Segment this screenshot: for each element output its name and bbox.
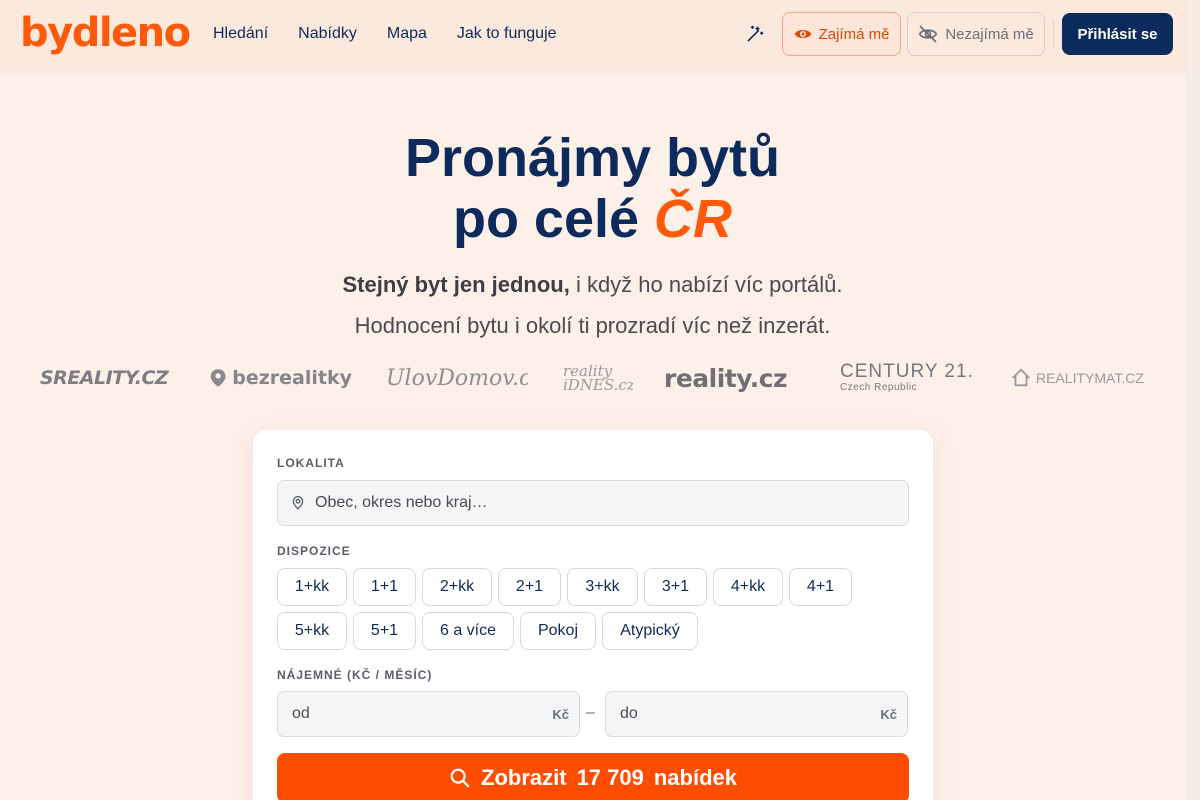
eye-off-icon xyxy=(919,25,938,43)
rent-from-input[interactable] xyxy=(292,705,532,723)
hero-title-accent: ČR xyxy=(654,189,733,249)
location-pin-icon xyxy=(292,496,304,510)
nav-mapa[interactable]: Mapa xyxy=(387,25,427,43)
header-divider xyxy=(1053,20,1054,48)
show-offers-suffix: nabídek xyxy=(653,765,737,790)
disposition-chip-3kk[interactable]: 3+kk xyxy=(567,568,638,606)
map-pin-icon xyxy=(210,369,226,387)
search-card: LOKALITA DISPOZICE 1+kk 1+1 2+kk 2+1 3+k… xyxy=(253,430,933,800)
bydleno-logo[interactable]: bydleno xyxy=(20,8,191,58)
nav-hledani[interactable]: Hledání xyxy=(213,25,268,43)
disposition-chip-1kk[interactable]: 1+kk xyxy=(277,568,347,606)
rent-label: NÁJEMNÉ (KČ / MĚSÍC) xyxy=(277,668,433,682)
disposition-label: DISPOZICE xyxy=(277,544,351,558)
disposition-chip-5kk[interactable]: 5+kk xyxy=(277,612,347,650)
rent-from-currency: Kč xyxy=(552,706,569,722)
portal-logo-ulovdomov: UlovDomov.cz xyxy=(386,365,528,391)
disposition-chip-4-1[interactable]: 4+1 xyxy=(789,568,852,606)
location-input[interactable] xyxy=(315,494,895,512)
interested-label: Zajímá mě xyxy=(818,25,890,43)
disposition-chip-2-1[interactable]: 2+1 xyxy=(498,568,561,606)
hero-subtitle-bold: Stejný byt jen jednou, xyxy=(342,272,570,297)
hero-subtitle-rest: i když ho nabízí víc portálů. xyxy=(569,272,843,297)
portal-logo-reality-idnes: reality iDNES.cz xyxy=(563,362,633,394)
portal-logos-strip: SREALITY.CZ bezrealitky UlovDomov.cz rea… xyxy=(40,358,1150,398)
show-offers-button[interactable]: Zobrazit 17 709 nabídek xyxy=(277,753,909,800)
nav-jak-to-funguje[interactable]: Jak to funguje xyxy=(457,25,557,43)
show-offers-prefix: Zobrazit xyxy=(481,765,567,790)
hero-title-line2-prefix: po celé xyxy=(452,189,655,249)
eye-icon xyxy=(794,30,811,38)
portal-logo-reality-cz: reality.cz xyxy=(664,363,788,393)
offers-count: 17 709 xyxy=(576,765,644,790)
disposition-chip-4kk[interactable]: 4+kk xyxy=(713,568,783,606)
nav-nabidky[interactable]: Nabídky xyxy=(298,25,357,43)
portal-logo-sreality: SREALITY.CZ xyxy=(40,367,169,389)
rent-to-field[interactable]: Kč xyxy=(605,691,908,737)
rent-from-field[interactable]: Kč xyxy=(277,691,580,737)
rent-to-currency: Kč xyxy=(880,706,897,722)
page-scrollbar[interactable] xyxy=(1185,0,1200,800)
portal-logo-realitymat: REALITYMAT.CZ xyxy=(1010,358,1150,398)
search-icon xyxy=(450,768,470,788)
location-field[interactable] xyxy=(277,480,909,526)
hero-title-line1: Pronájmy bytů xyxy=(404,128,781,188)
login-button[interactable]: Přihlásit se xyxy=(1062,13,1173,55)
hero-subtitle: Stejný byt jen jednou, i když ho nabízí … xyxy=(0,272,1185,298)
not-interested-filter-button[interactable]: Nezajímá mě xyxy=(907,12,1045,56)
disposition-chip-1-1[interactable]: 1+1 xyxy=(353,568,416,606)
disposition-chip-6-plus[interactable]: 6 a více xyxy=(422,612,514,650)
disposition-chip-atypical[interactable]: Atypický xyxy=(602,612,698,650)
house-icon xyxy=(1012,368,1030,387)
top-header: bydleno Hledání Nabídky Mapa Jak to fung… xyxy=(0,0,1185,68)
portal-logo-bezrealitky: bezrealitky xyxy=(210,358,352,398)
portal-logo-century21: CENTURY 21. Czech Republic xyxy=(840,361,974,394)
rent-range-dash: – xyxy=(586,704,595,721)
location-label: LOKALITA xyxy=(277,456,345,470)
hero-title: Pronájmy bytů po celé ČR xyxy=(0,128,1185,250)
magic-wand-icon[interactable] xyxy=(745,24,765,44)
disposition-chip-3-1[interactable]: 3+1 xyxy=(644,568,707,606)
not-interested-label: Nezajímá mě xyxy=(945,25,1034,43)
disposition-chip-room[interactable]: Pokoj xyxy=(520,612,596,650)
hero-subtitle-2: Hodnocení bytu i okolí ti prozradí víc n… xyxy=(354,313,831,338)
disposition-chip-5-1[interactable]: 5+1 xyxy=(353,612,416,650)
main-nav: Hledání Nabídky Mapa Jak to funguje xyxy=(213,0,587,68)
interested-filter-button[interactable]: Zajímá mě xyxy=(782,12,901,56)
rent-to-input[interactable] xyxy=(620,705,860,723)
disposition-chip-2kk[interactable]: 2+kk xyxy=(422,568,492,606)
